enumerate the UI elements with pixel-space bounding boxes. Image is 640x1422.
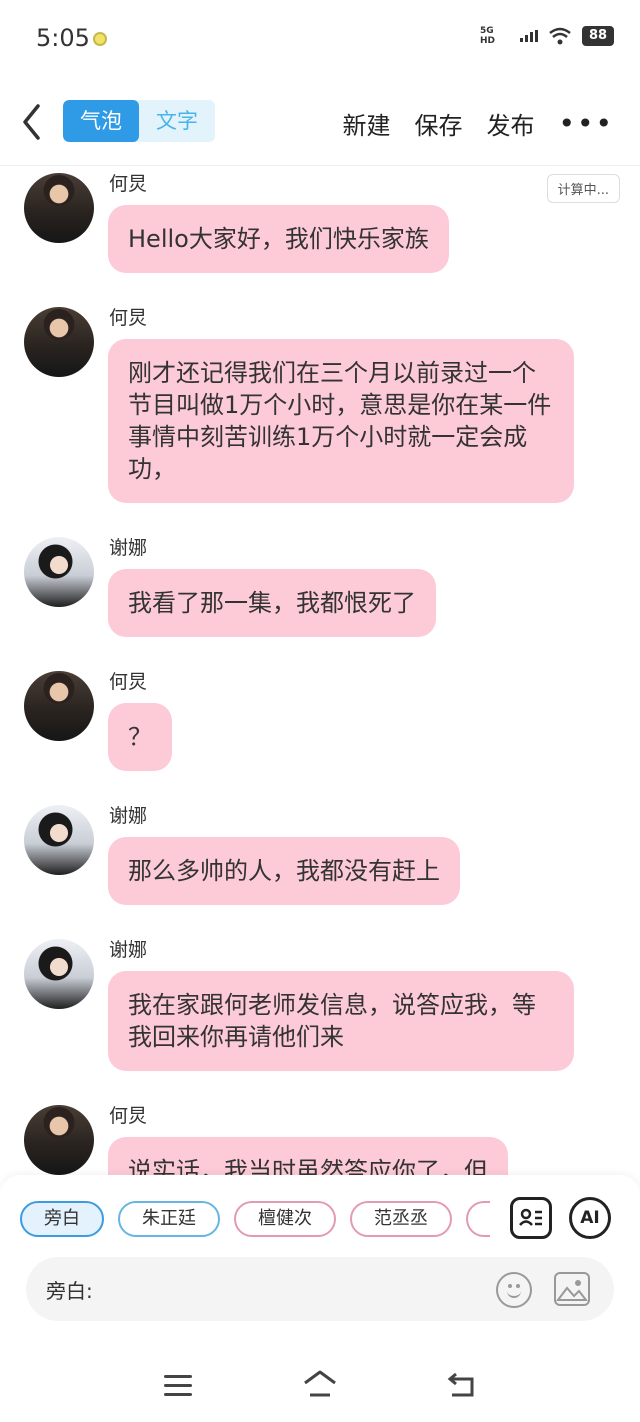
role-chip[interactable]: 范丞丞 <box>350 1201 452 1237</box>
message-bubble[interactable]: Hello大家好，我们快乐家族 <box>108 205 449 273</box>
message-bubble[interactable]: 我看了那一集，我都恨死了 <box>108 569 436 637</box>
input-panel: 旁白 朱正廷 檀健次 范丞丞 黄明 AI 旁白: <box>0 1175 640 1347</box>
tab-bubble[interactable]: 气泡 <box>63 100 139 142</box>
message-bubble[interactable]: 刚才还记得我们在三个月以前录过一个节目叫做1万个小时，意思是你在某一件事情中刻苦… <box>108 339 574 503</box>
avatar[interactable] <box>24 1105 94 1175</box>
tab-text[interactable]: 文字 <box>139 100 215 142</box>
header-actions: 新建 保存 发布 ••• <box>342 106 614 141</box>
more-icon[interactable]: ••• <box>558 109 614 137</box>
avatar[interactable] <box>24 805 94 875</box>
back-icon[interactable] <box>446 1371 478 1399</box>
list-item: 何炅 ？ <box>24 667 584 779</box>
home-icon[interactable] <box>302 1369 338 1399</box>
wifi-icon <box>549 27 571 45</box>
signal-icon <box>520 30 538 42</box>
list-item: 谢娜 我在家跟何老师发信息，说答应我，等我回来你再请他们来 <box>24 935 584 1081</box>
speaker-name: 何炅 <box>109 173 148 195</box>
menu-icon[interactable] <box>164 1375 192 1397</box>
notification-icon <box>93 32 107 46</box>
list-item: 何炅 Hello大家好，我们快乐家族 <box>24 169 584 281</box>
role-chip[interactable]: 黄明 <box>466 1201 490 1237</box>
system-nav-bar <box>0 1347 640 1422</box>
role-selector: 旁白 朱正廷 檀健次 范丞丞 黄明 <box>20 1201 490 1239</box>
publish-button[interactable]: 发布 <box>486 106 534 141</box>
new-button[interactable]: 新建 <box>342 106 390 141</box>
avatar[interactable] <box>24 671 94 741</box>
status-time: 5:05 <box>36 24 90 52</box>
chat-list[interactable]: 计算中... 何炅 Hello大家好，我们快乐家族 何炅 刚才还记得我们在三个月… <box>0 167 640 1175</box>
speaker-name: 何炅 <box>109 307 148 329</box>
avatar[interactable] <box>24 173 94 243</box>
status-bar: 5:05 5G HD 88 <box>0 0 640 80</box>
message-bubble[interactable]: ？ <box>108 703 172 771</box>
avatar[interactable] <box>24 537 94 607</box>
emoji-icon[interactable] <box>496 1272 532 1308</box>
speaker-name: 何炅 <box>109 1105 148 1127</box>
role-chip[interactable]: 旁白 <box>20 1201 104 1237</box>
message-bubble[interactable]: 我在家跟何老师发信息，说答应我，等我回来你再请他们来 <box>108 971 574 1071</box>
role-chip[interactable]: 檀健次 <box>234 1201 336 1237</box>
image-icon[interactable] <box>554 1272 590 1306</box>
top-bar: 气泡 文字 新建 保存 发布 ••• <box>0 80 640 166</box>
ai-button[interactable]: AI <box>569 1197 611 1239</box>
status-indicators: 5G HD 88 <box>480 26 614 46</box>
character-card-icon[interactable] <box>510 1197 552 1239</box>
input-label: 旁白: <box>46 1279 93 1303</box>
save-button[interactable]: 保存 <box>414 106 462 141</box>
message-bubble[interactable]: 说实话，我当时虽然答应你了，但 <box>108 1137 508 1175</box>
message-bubble[interactable]: 那么多帅的人，我都没有赶上 <box>108 837 460 905</box>
network-label: 5G HD <box>480 26 496 46</box>
list-item: 何炅 说实话，我当时虽然答应你了，但 <box>24 1101 584 1175</box>
avatar[interactable] <box>24 939 94 1009</box>
speaker-name: 何炅 <box>109 671 148 693</box>
speaker-name: 谢娜 <box>109 537 148 559</box>
battery-indicator: 88 <box>582 26 614 46</box>
role-chip[interactable]: 朱正廷 <box>118 1201 220 1237</box>
list-item: 谢娜 我看了那一集，我都恨死了 <box>24 533 584 645</box>
message-input[interactable]: 旁白: <box>26 1257 614 1321</box>
back-arrow-icon[interactable] <box>20 102 44 142</box>
list-item: 谢娜 那么多帅的人，我都没有赶上 <box>24 801 584 913</box>
list-item: 何炅 刚才还记得我们在三个月以前录过一个节目叫做1万个小时，意思是你在某一件事情… <box>24 303 584 513</box>
view-toggle: 气泡 文字 <box>63 100 215 142</box>
speaker-name: 谢娜 <box>109 805 148 827</box>
speaker-name: 谢娜 <box>109 939 148 961</box>
avatar[interactable] <box>24 307 94 377</box>
